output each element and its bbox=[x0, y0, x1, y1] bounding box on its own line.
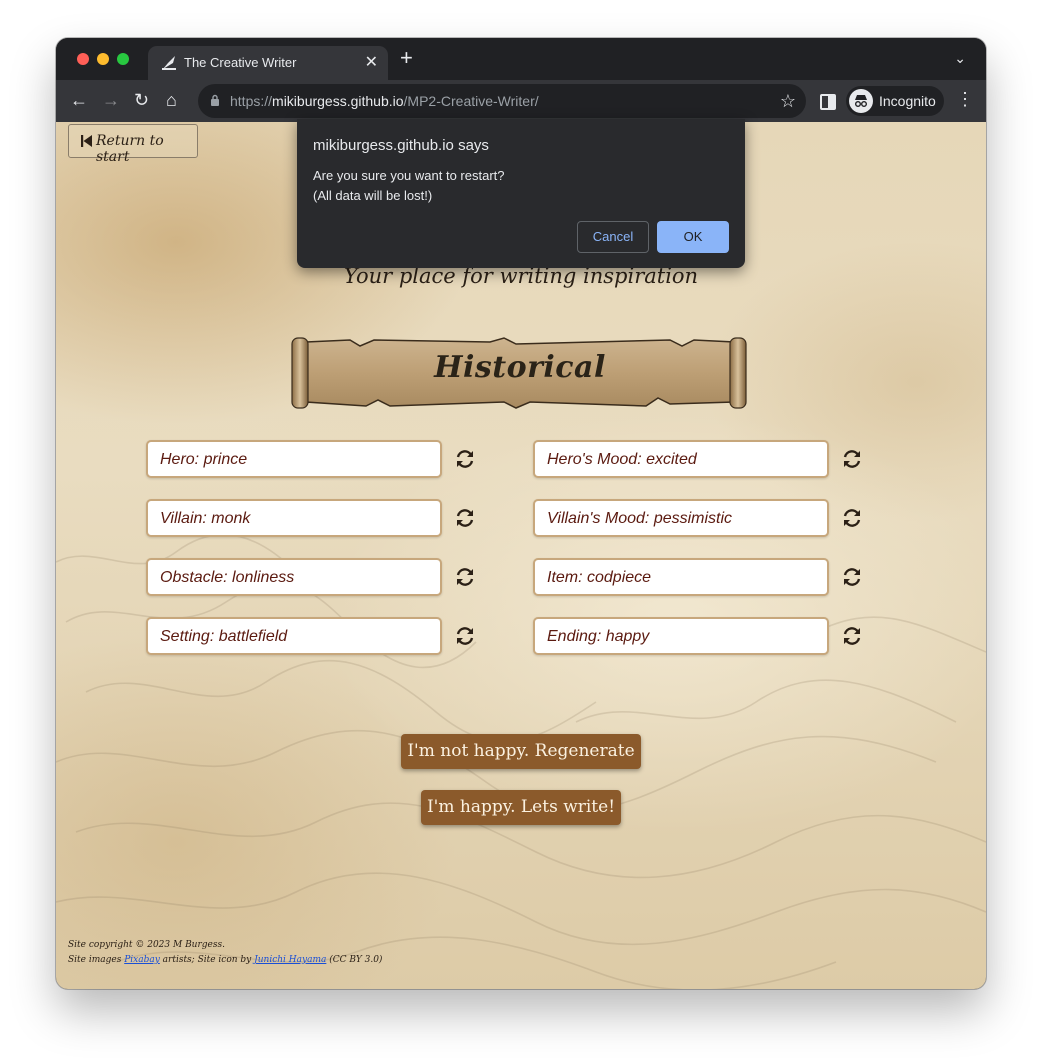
browser-toolbar: ← → ↻ ⌂ https://mikiburgess.github.io/MP… bbox=[56, 80, 986, 122]
reload-icon[interactable]: ↻ bbox=[134, 90, 149, 110]
forward-arrow-icon[interactable]: → bbox=[102, 90, 120, 110]
dialog-message-line2: (All data will be lost!) bbox=[313, 188, 433, 203]
dialog-message-line1: Are you sure you want to restart? bbox=[313, 168, 505, 183]
obstacle-field-text: Obstacle: lonliness bbox=[160, 569, 295, 586]
url-scheme: https:// bbox=[230, 93, 273, 109]
footer-credits: Site images Pixabay artists; Site icon b… bbox=[68, 955, 382, 965]
profile-label: Incognito bbox=[879, 93, 936, 109]
url-text[interactable]: https://mikiburgess.github.io/MP2-Creati… bbox=[230, 93, 539, 109]
home-icon[interactable]: ⌂ bbox=[166, 90, 177, 110]
side-panel-icon[interactable] bbox=[820, 94, 836, 110]
back-arrow-icon[interactable]: ← bbox=[70, 90, 88, 110]
footer-images-prefix: Site images bbox=[68, 955, 125, 965]
bookmark-star-icon[interactable]: ☆ bbox=[780, 91, 796, 112]
return-to-start-label: Return to start bbox=[96, 133, 164, 165]
minimize-window-button[interactable] bbox=[97, 53, 109, 65]
villain-field-text: Villain: monk bbox=[160, 510, 251, 527]
close-window-button[interactable] bbox=[77, 53, 89, 65]
footer-license: (CC BY 3.0) bbox=[326, 955, 383, 965]
refresh-hero-mood-icon[interactable] bbox=[841, 448, 863, 470]
dialog-origin: mikiburgess.github.io says bbox=[313, 137, 489, 154]
browser-menu-icon[interactable]: ⋮ bbox=[956, 90, 974, 108]
hero-field-text: Hero: prince bbox=[160, 451, 248, 468]
refresh-ending-icon[interactable] bbox=[841, 625, 863, 647]
footer-copyright: Site copyright © 2023 M Burgess. bbox=[68, 940, 225, 950]
setting-field[interactable]: Setting: battlefield bbox=[146, 617, 442, 655]
skip-back-icon bbox=[81, 135, 92, 147]
dialog-cancel-button[interactable]: Cancel bbox=[577, 221, 649, 253]
hero-mood-field-text: Hero's Mood: excited bbox=[547, 451, 697, 468]
pixabay-link[interactable]: Pixabay bbox=[124, 955, 160, 965]
browser-window: The Creative Writer ✕ + ⌄ ← → ↻ ⌂ https:… bbox=[56, 38, 986, 989]
villain-mood-field-text: Villain's Mood: pessimistic bbox=[547, 510, 733, 527]
address-bar[interactable]: https://mikiburgess.github.io/MP2-Creati… bbox=[198, 84, 806, 118]
ending-field-text: Ending: happy bbox=[547, 628, 650, 645]
url-path: /MP2-Creative-Writer/ bbox=[403, 93, 539, 109]
tab-search-chevron-icon[interactable]: ⌄ bbox=[954, 50, 966, 67]
quill-favicon-icon bbox=[162, 56, 176, 70]
genre-title: Historical bbox=[434, 350, 606, 385]
dialog-ok-button[interactable]: OK bbox=[657, 221, 729, 253]
footer-images-middle: artists; Site icon by bbox=[159, 955, 255, 965]
tab-active[interactable]: The Creative Writer ✕ bbox=[148, 46, 388, 80]
profile-incognito-button[interactable]: Incognito bbox=[846, 86, 944, 116]
hero-field[interactable]: Hero: prince bbox=[146, 440, 442, 478]
refresh-hero-icon[interactable] bbox=[454, 448, 476, 470]
hero-mood-field[interactable]: Hero's Mood: excited bbox=[533, 440, 829, 478]
maximize-window-button[interactable] bbox=[117, 53, 129, 65]
url-host: mikiburgess.github.io bbox=[272, 93, 404, 109]
lets-write-button[interactable]: I'm happy. Lets write! bbox=[421, 790, 621, 825]
setting-field-text: Setting: battlefield bbox=[160, 628, 288, 645]
refresh-item-icon[interactable] bbox=[841, 566, 863, 588]
obstacle-field[interactable]: Obstacle: lonliness bbox=[146, 558, 442, 596]
item-field[interactable]: Item: codpiece bbox=[533, 558, 829, 596]
refresh-obstacle-icon[interactable] bbox=[454, 566, 476, 588]
refresh-setting-icon[interactable] bbox=[454, 625, 476, 647]
regenerate-button[interactable]: I'm not happy. Regenerate bbox=[401, 734, 641, 769]
refresh-villain-icon[interactable] bbox=[454, 507, 476, 529]
ending-field[interactable]: Ending: happy bbox=[533, 617, 829, 655]
confirm-dialog: mikiburgess.github.io says Are you sure … bbox=[297, 119, 745, 268]
lock-icon bbox=[211, 94, 219, 106]
villain-mood-field[interactable]: Villain's Mood: pessimistic bbox=[533, 499, 829, 537]
refresh-villain-mood-icon[interactable] bbox=[841, 507, 863, 529]
tab-close-icon[interactable]: ✕ bbox=[365, 52, 378, 72]
icon-author-link[interactable]: Junichi Hayama bbox=[254, 955, 326, 965]
villain-field[interactable]: Villain: monk bbox=[146, 499, 442, 537]
tab-strip: The Creative Writer ✕ + ⌄ bbox=[56, 38, 986, 80]
item-field-text: Item: codpiece bbox=[547, 569, 652, 586]
incognito-icon bbox=[849, 89, 873, 113]
return-to-start-button[interactable]: Return to start bbox=[68, 124, 198, 165]
new-tab-button[interactable]: + bbox=[400, 47, 413, 69]
tab-title: The Creative Writer bbox=[184, 55, 297, 70]
